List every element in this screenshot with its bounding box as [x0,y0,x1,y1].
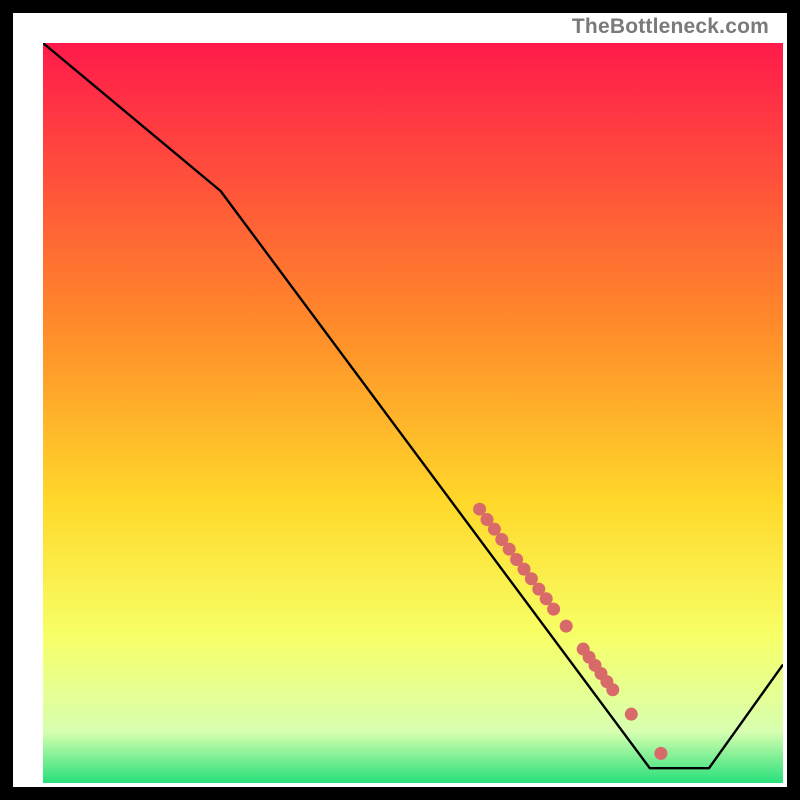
data-marker [625,708,638,721]
chart-plot-area [43,43,783,783]
data-marker [606,683,619,696]
data-marker [560,620,573,633]
data-marker [547,603,560,616]
watermark-text: TheBottleneck.com [572,15,769,39]
chart-svg [43,43,783,783]
chart-background-gradient [43,43,783,783]
data-marker [654,747,667,760]
chart-frame: TheBottleneck.com [13,13,787,787]
